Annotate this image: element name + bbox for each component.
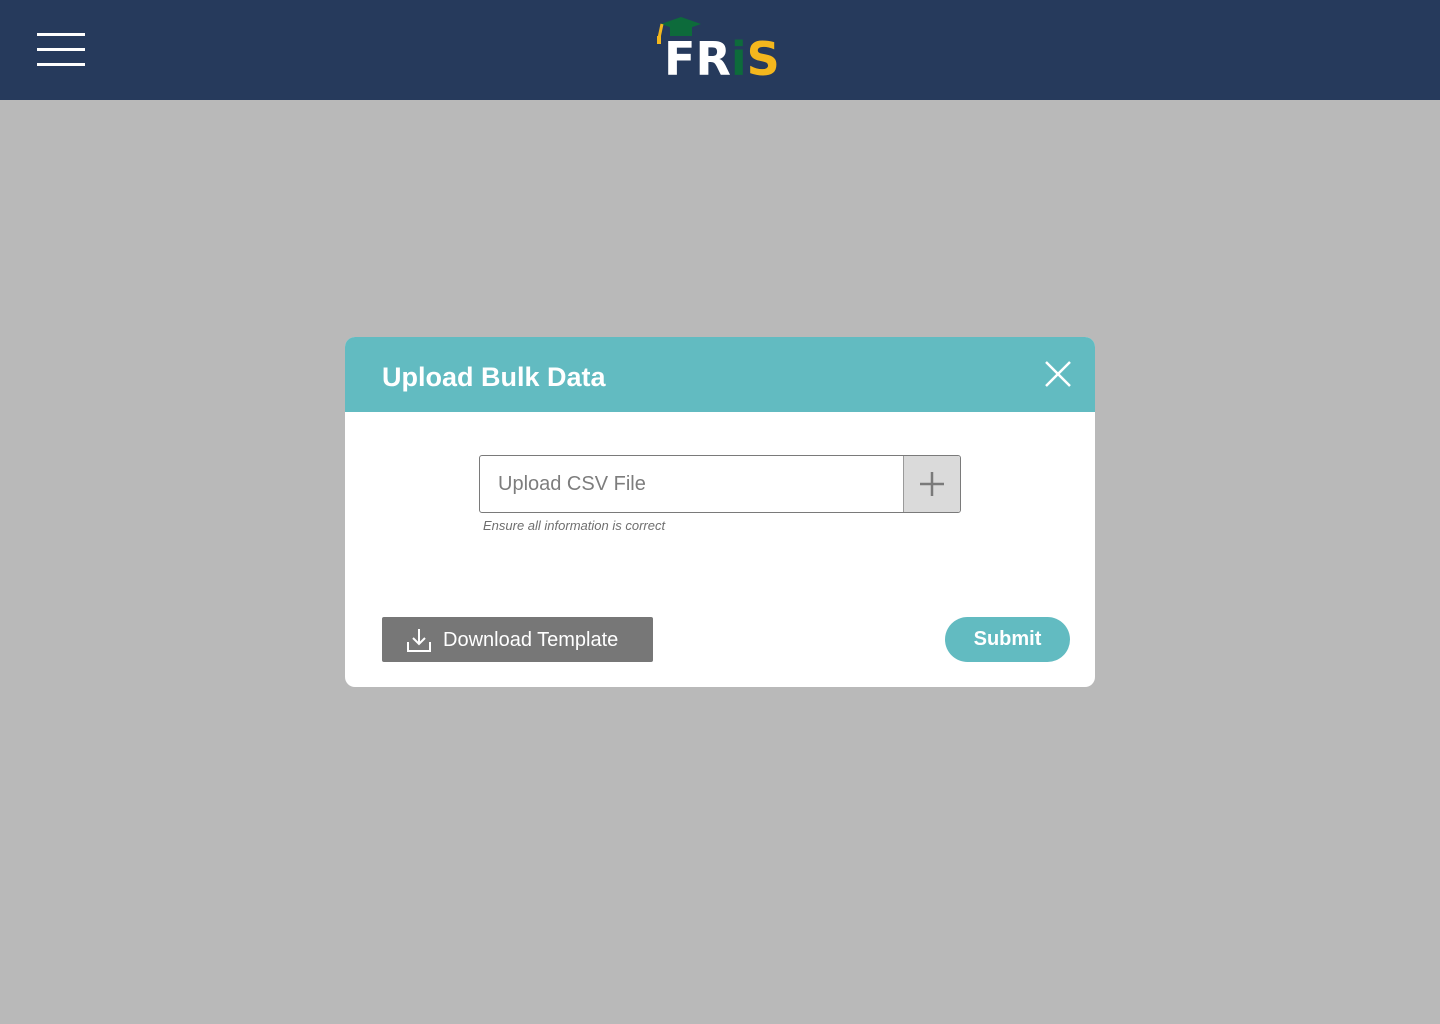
logo-letter-s: S	[746, 32, 780, 86]
logo-letter-r: R	[695, 32, 731, 86]
upload-hint-text: Ensure all information is correct	[483, 518, 666, 533]
modal-title: Upload Bulk Data	[382, 362, 606, 392]
upload-bulk-data-modal: Upload Bulk Data Upload CSV File Ensure …	[345, 337, 1095, 687]
add-file-button[interactable]	[903, 456, 960, 512]
upload-csv-label: Upload CSV File	[498, 473, 646, 495]
upload-csv-field[interactable]: Upload CSV File	[479, 455, 961, 513]
hamburger-menu-icon[interactable]	[37, 33, 85, 67]
download-template-button[interactable]: Download Template	[382, 617, 653, 662]
close-icon[interactable]	[1044, 360, 1072, 388]
modal-header: Upload Bulk Data	[345, 337, 1095, 412]
logo-letter-f: F	[664, 32, 696, 86]
plus-icon	[920, 472, 944, 496]
logo-letter-i: i	[730, 32, 747, 86]
download-template-label: Download Template	[443, 629, 619, 651]
submit-button[interactable]: Submit	[945, 617, 1070, 662]
logo-text: FRiS	[664, 34, 780, 84]
download-icon	[407, 629, 431, 652]
top-navigation-bar: FRiS	[0, 0, 1440, 100]
fris-logo[interactable]: FRiS	[655, 14, 790, 86]
